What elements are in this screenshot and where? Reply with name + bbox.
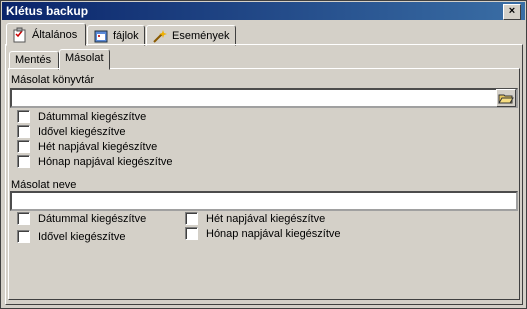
checkbox-label: Hét napjával kiegészítve (38, 140, 158, 153)
copy-dir-label: Másolat könyvtár (11, 74, 95, 86)
copy-dir-date-checkbox[interactable]: Dátummal kiegészítve (17, 110, 146, 123)
open-folder-icon (498, 94, 514, 104)
checkbox-label: Dátummal kiegészítve (38, 212, 147, 225)
title-bar: Klétus backup × (2, 2, 525, 20)
tab-esemenyek[interactable]: Események (146, 25, 236, 46)
checkbox-box[interactable] (17, 110, 30, 123)
magic-events-icon (152, 28, 168, 44)
checkbox-box[interactable] (17, 140, 30, 153)
copy-dir-input[interactable] (10, 88, 518, 108)
checkbox-box[interactable] (185, 212, 198, 225)
checkbox-box[interactable] (185, 227, 198, 240)
subtab-masolat[interactable]: Másolat (59, 49, 110, 70)
checkbox-label: Dátummal kiegészítve (38, 110, 147, 123)
checkbox-box[interactable] (17, 212, 30, 225)
checkbox-box[interactable] (17, 230, 30, 243)
tab-fajlok[interactable]: fájlok (87, 25, 145, 46)
app-window: Klétus backup × Általános fájlok Esemény… (0, 0, 527, 309)
checkbox-label: Hét napjával kiegészítve (206, 212, 326, 225)
checkbox-box[interactable] (17, 125, 30, 138)
copy-name-input[interactable] (10, 191, 518, 211)
tab-label: Általános (32, 28, 78, 41)
checkbox-label: Idővel kiegészítve (38, 125, 126, 138)
close-button[interactable]: × (503, 4, 521, 20)
copy-name-time-checkbox[interactable]: Idővel kiegészítve (17, 230, 125, 243)
copy-dir-time-checkbox[interactable]: Idővel kiegészítve (17, 125, 125, 138)
copy-name-label: Másolat neve (11, 179, 77, 191)
copy-dir-monthday-checkbox[interactable]: Hónap napjával kiegészítve (17, 155, 173, 168)
browse-folder-button[interactable] (496, 89, 516, 107)
tab-altalanos[interactable]: Általános (6, 23, 86, 46)
checkbox-label: Idővel kiegészítve (38, 230, 126, 243)
tab-label: fájlok (113, 29, 139, 42)
copy-dir-weekday-checkbox[interactable]: Hét napjával kiegészítve (17, 140, 157, 153)
checkbox-label: Hónap napjával kiegészítve (206, 227, 341, 240)
window-title: Klétus backup (6, 4, 89, 18)
tab-label: Események (172, 29, 230, 42)
subtab-label: Másolat (65, 52, 104, 64)
copy-name-weekday-checkbox[interactable]: Hét napjával kiegészítve (185, 212, 325, 225)
checkbox-label: Hónap napjával kiegészítve (38, 155, 173, 168)
copy-name-monthday-checkbox[interactable]: Hónap napjával kiegészítve (185, 227, 341, 240)
folder-calendar-icon (93, 28, 109, 44)
checkbox-box[interactable] (17, 155, 30, 168)
copy-name-date-checkbox[interactable]: Dátummal kiegészítve (17, 212, 146, 225)
checklist-icon (12, 27, 28, 43)
